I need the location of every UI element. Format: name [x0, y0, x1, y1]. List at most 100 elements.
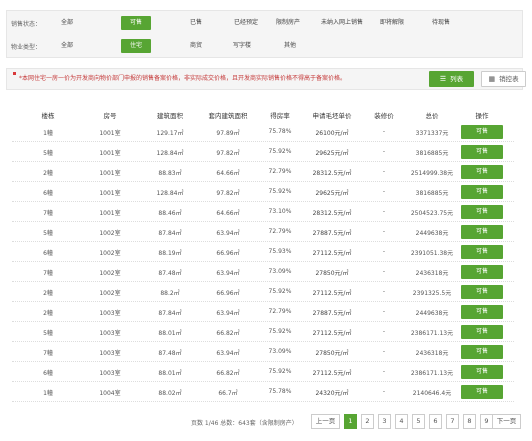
- cell-inner-area: 64.66㎡: [216, 170, 240, 177]
- sale-status-option[interactable]: 即将解限: [377, 16, 407, 30]
- notice-bar: *本网住宅一房一价为开发商向物价部门申报的销售备案价格，非实际成交价格，且开发商…: [6, 68, 526, 90]
- cell-area: 87.84㎡: [158, 310, 182, 317]
- page-number-button[interactable]: 5: [412, 414, 425, 429]
- property-type-option[interactable]: 住宅: [121, 39, 151, 53]
- cell-inner-area: 97.82㎡: [216, 150, 240, 157]
- sale-status-option[interactable]: 已经预定: [229, 16, 263, 30]
- sale-status-option[interactable]: 已售: [187, 16, 205, 30]
- cell-room: 1003室: [99, 370, 121, 377]
- cell-inner-area: 66.96㎡: [216, 250, 240, 257]
- cell-total: 3816885元: [415, 190, 449, 197]
- control-table-button[interactable]: ▦ 销控表: [481, 71, 526, 87]
- page-number-button[interactable]: 6: [429, 414, 442, 429]
- notice-marker: [13, 72, 16, 75]
- cell-building: 5幢: [43, 330, 53, 337]
- column-header: 楼栋: [41, 112, 55, 120]
- next-page-button[interactable]: 下一页: [492, 414, 521, 429]
- cell-inner-area: 63.94㎡: [216, 230, 240, 237]
- price-notice: *本网住宅一房一价为开发商向物价部门申报的销售备案价格，非实际成交价格，且开发商…: [19, 75, 347, 82]
- cell-total: 2391051.38元: [410, 250, 454, 257]
- table-header: 楼栋 房号 建筑面积 套内建筑面积 得房率 申请毛坯单价 装修价 总价 操作: [12, 110, 514, 122]
- available-button[interactable]: 可售: [461, 165, 503, 179]
- available-button[interactable]: 可售: [461, 285, 503, 299]
- available-button[interactable]: 可售: [461, 185, 503, 199]
- cell-room: 1002室: [99, 230, 121, 237]
- cell-area: 88.02㎡: [158, 390, 182, 397]
- property-type-option[interactable]: 全部: [55, 39, 79, 53]
- cell-building: 2幢: [43, 290, 53, 297]
- column-header: 套内建筑面积: [208, 112, 248, 120]
- property-type-option[interactable]: 商贸: [187, 39, 205, 53]
- cell-total: 2436318元: [415, 350, 449, 357]
- grid-icon: ▦: [488, 75, 496, 83]
- available-button[interactable]: 可售: [461, 325, 503, 339]
- cell-total: 2140646.4元: [412, 390, 452, 397]
- property-type-option[interactable]: 其他: [281, 39, 299, 53]
- page-number-button[interactable]: 7: [446, 414, 459, 429]
- available-button[interactable]: 可售: [461, 245, 503, 259]
- table-row: 7幢 1002室 87.48㎡ 63.94㎡ 73.09% 27850元/㎡ -243631…: [12, 262, 514, 282]
- page-number-button[interactable]: 8: [463, 414, 476, 429]
- cell-room: 1001室: [99, 190, 121, 197]
- cell-building: 5幢: [43, 230, 53, 237]
- table-row: 6幢 1001室 128.84㎡ 97.82㎡ 75.92% 29625元/㎡ -38168…: [12, 182, 514, 202]
- sale-status-option[interactable]: 限制房产: [273, 16, 303, 30]
- table-row: 2幢 1002室 88.2㎡ 66.96㎡ 75.92% 27112.5元/㎡ -23913…: [12, 282, 514, 302]
- list-view-label: 列表: [450, 75, 464, 83]
- available-button[interactable]: 可售: [461, 365, 503, 379]
- cell-area: 88.19㎡: [158, 250, 182, 257]
- cell-inner-area: 63.94㎡: [216, 270, 240, 277]
- sale-status-option[interactable]: 可售: [121, 16, 151, 30]
- cell-building: 2幢: [43, 310, 53, 317]
- page-number-button[interactable]: 2: [361, 414, 374, 429]
- sale-status-option[interactable]: 未纳入网上销售: [315, 16, 369, 30]
- available-button[interactable]: 可售: [461, 265, 503, 279]
- property-type-option[interactable]: 写字楼: [229, 39, 255, 53]
- cell-room: 1002室: [99, 270, 121, 277]
- cell-area: 88.46㎡: [158, 210, 182, 217]
- available-button[interactable]: 可售: [461, 225, 503, 239]
- cell-building: 1幢: [43, 130, 53, 137]
- table-row: 2幢 1001室 88.83㎡ 64.66㎡ 72.79% 28312.5元/㎡ -2514…: [12, 162, 514, 182]
- available-button[interactable]: 可售: [461, 385, 503, 399]
- cell-room: 1002室: [99, 290, 121, 297]
- cell-room: 1003室: [99, 310, 121, 317]
- cell-room: 1003室: [99, 330, 121, 337]
- cell-building: 6幢: [43, 250, 53, 257]
- cell-inner-area: 63.94㎡: [216, 310, 240, 317]
- cell-area: 88.83㎡: [158, 170, 182, 177]
- page-number-button[interactable]: 1: [344, 414, 357, 429]
- cell-inner-area: 97.82㎡: [216, 190, 240, 197]
- sale-status-option[interactable]: 待现售: [425, 16, 457, 30]
- cell-room: 1003室: [99, 350, 121, 357]
- cell-total: 2391325.5元: [412, 290, 452, 297]
- available-button[interactable]: 可售: [461, 205, 503, 219]
- cell-area: 88.2㎡: [160, 290, 180, 297]
- column-header: 房号: [103, 112, 117, 120]
- table-row: 5幢 1002室 87.84㎡ 63.94㎡ 72.79% 27887.5元/㎡ -2449…: [12, 222, 514, 242]
- page-number-button[interactable]: 4: [395, 414, 408, 429]
- list-view-button[interactable]: ☰ 列表: [429, 71, 474, 87]
- cell-total: 2514999.38元: [410, 170, 454, 177]
- cell-room: 1001室: [99, 210, 121, 217]
- page-number-button[interactable]: 3: [378, 414, 391, 429]
- available-button[interactable]: 可售: [461, 125, 503, 139]
- cell-area: 87.48㎡: [158, 270, 182, 277]
- available-button[interactable]: 可售: [461, 345, 503, 359]
- cell-total: 2504523.75元: [410, 210, 454, 217]
- control-table-label: 销控表: [499, 75, 519, 83]
- cell-building: 1幢: [43, 390, 53, 397]
- cell-area: 129.17㎡: [156, 130, 184, 137]
- cell-area: 87.48㎡: [158, 350, 182, 357]
- sale-status-filter: 销售状态： 全部 可售 已售 已经预定 限制房产 未纳入网上销售 即将解限 待现售: [11, 16, 450, 30]
- cell-room: 1004室: [99, 390, 121, 397]
- prev-page-button[interactable]: 上一页: [311, 414, 340, 429]
- available-button[interactable]: 可售: [461, 305, 503, 319]
- sale-status-option[interactable]: 全部: [55, 16, 79, 30]
- available-button[interactable]: 可售: [461, 145, 503, 159]
- column-header: 得房率: [270, 112, 290, 120]
- cell-building: 5幢: [43, 150, 53, 157]
- column-header: 申请毛坯单价: [312, 112, 352, 120]
- cell-area: 88.01㎡: [158, 330, 182, 337]
- column-header: 建筑面积: [157, 112, 183, 120]
